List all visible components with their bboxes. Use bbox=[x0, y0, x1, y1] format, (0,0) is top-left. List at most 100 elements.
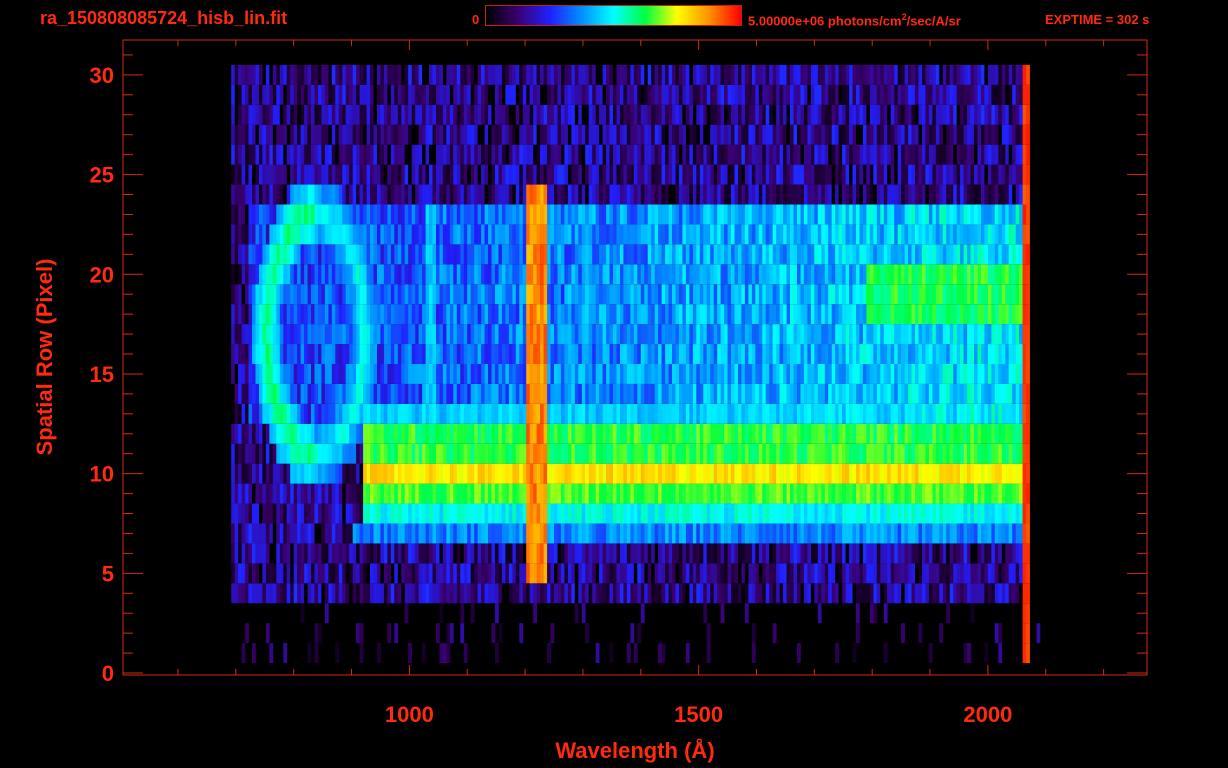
heatmap-cell bbox=[803, 463, 808, 484]
heatmap-cell bbox=[411, 264, 416, 285]
heatmap-cell bbox=[411, 304, 416, 325]
heatmap-cell bbox=[626, 284, 631, 305]
heatmap-cell bbox=[762, 543, 767, 564]
heatmap-cell bbox=[682, 583, 687, 604]
heatmap-cell bbox=[831, 204, 836, 225]
heatmap-cell bbox=[838, 264, 843, 285]
heatmap-cell bbox=[283, 443, 288, 464]
heatmap-cell bbox=[331, 184, 336, 205]
heatmap-cell bbox=[536, 443, 541, 464]
heatmap-cell bbox=[741, 443, 746, 464]
heatmap-cell bbox=[741, 523, 746, 544]
heatmap-cell bbox=[869, 423, 874, 444]
spectral-image-plot: 1000 1500 2000051015202530 Wavelength (Å) … bbox=[32, 39, 1148, 763]
heatmap-cell bbox=[960, 224, 964, 245]
heatmap-cell bbox=[522, 363, 527, 384]
heatmap-cell bbox=[633, 184, 638, 205]
heatmap-cell bbox=[1005, 463, 1010, 484]
heatmap-cell bbox=[606, 583, 610, 604]
heatmap-cell bbox=[449, 583, 454, 604]
heatmap-cell bbox=[1012, 443, 1016, 464]
heatmap-cell bbox=[776, 344, 780, 364]
heatmap-cell bbox=[849, 463, 853, 484]
heatmap-cell bbox=[238, 244, 242, 265]
heatmap-cell bbox=[869, 324, 874, 345]
heatmap-cell bbox=[505, 443, 510, 464]
heatmap-cell bbox=[797, 403, 801, 424]
heatmap-cell bbox=[626, 244, 631, 265]
heatmap-cell bbox=[359, 184, 364, 205]
heatmap-cell bbox=[908, 443, 912, 464]
heatmap-cell bbox=[578, 443, 583, 464]
heatmap-cell bbox=[925, 184, 930, 205]
heatmap-cell bbox=[821, 344, 826, 364]
heatmap-cell bbox=[456, 543, 461, 564]
heatmap-cell bbox=[564, 264, 569, 285]
heatmap-cell bbox=[974, 443, 978, 464]
heatmap-cell bbox=[259, 563, 263, 584]
heatmap-cell bbox=[495, 403, 499, 424]
heatmap-cell bbox=[269, 304, 274, 325]
heatmap-cell bbox=[859, 244, 864, 265]
heatmap-cell bbox=[495, 443, 499, 464]
heatmap-cell bbox=[529, 583, 534, 604]
heatmap-cell bbox=[783, 423, 787, 444]
heatmap-cell bbox=[849, 423, 853, 444]
heatmap-cell bbox=[304, 264, 308, 285]
heatmap-cell bbox=[290, 284, 294, 305]
heatmap-cell bbox=[599, 244, 603, 265]
heatmap-cell bbox=[522, 563, 527, 584]
heatmap-cell bbox=[286, 224, 291, 245]
heatmap-cell bbox=[606, 523, 610, 544]
heatmap-cell bbox=[300, 443, 305, 464]
heatmap-cell bbox=[311, 224, 315, 245]
heatmap-cell bbox=[588, 383, 593, 404]
heatmap-cell bbox=[1005, 284, 1010, 305]
heatmap-cell bbox=[515, 204, 520, 225]
heatmap-cell bbox=[1019, 543, 1023, 564]
heatmap-cell bbox=[849, 443, 853, 464]
heatmap-cell bbox=[765, 284, 770, 305]
heatmap-cell bbox=[668, 324, 673, 345]
heatmap-cell bbox=[411, 423, 416, 444]
heatmap-cell bbox=[748, 204, 753, 225]
heatmap-cell bbox=[307, 344, 312, 364]
heatmap-cell bbox=[724, 583, 728, 604]
heatmap-cell bbox=[887, 204, 891, 225]
heatmap-cell bbox=[1015, 483, 1020, 504]
heatmap-cell bbox=[904, 463, 909, 484]
heatmap-cell bbox=[238, 284, 242, 305]
heatmap-cell bbox=[259, 344, 263, 364]
heatmap-cell bbox=[1001, 304, 1006, 325]
heatmap-cell bbox=[915, 324, 919, 345]
heatmap-cell bbox=[862, 204, 867, 225]
heatmap-cell bbox=[397, 244, 402, 265]
heatmap-cell bbox=[1001, 284, 1006, 305]
heatmap-cell bbox=[647, 264, 652, 285]
heatmap-cell bbox=[849, 383, 853, 404]
heatmap-cell bbox=[696, 244, 701, 265]
heatmap-cell bbox=[803, 204, 808, 225]
heatmap-cell bbox=[335, 643, 340, 664]
heatmap-cell bbox=[293, 403, 298, 424]
heatmap-cell bbox=[956, 244, 961, 265]
heatmap-cell bbox=[265, 344, 270, 364]
heatmap-cell bbox=[987, 483, 992, 504]
heatmap-cell bbox=[606, 443, 610, 464]
heatmap-cell bbox=[776, 563, 780, 584]
heatmap-cell bbox=[689, 344, 694, 364]
heatmap-cell bbox=[915, 383, 919, 404]
heatmap-cell bbox=[1012, 184, 1016, 205]
heatmap-cell bbox=[588, 344, 593, 364]
heatmap-cell bbox=[283, 403, 288, 424]
heatmap-cell bbox=[672, 264, 676, 285]
heatmap-cell bbox=[352, 483, 357, 504]
heatmap-cell bbox=[942, 383, 947, 404]
heatmap-cell bbox=[838, 244, 843, 265]
heatmap-cell bbox=[477, 324, 482, 345]
heatmap-cell bbox=[967, 383, 971, 404]
heatmap-cell bbox=[654, 643, 659, 664]
heatmap-cell bbox=[915, 184, 919, 205]
heatmap-cell bbox=[269, 244, 274, 265]
heatmap-cell bbox=[769, 423, 773, 444]
